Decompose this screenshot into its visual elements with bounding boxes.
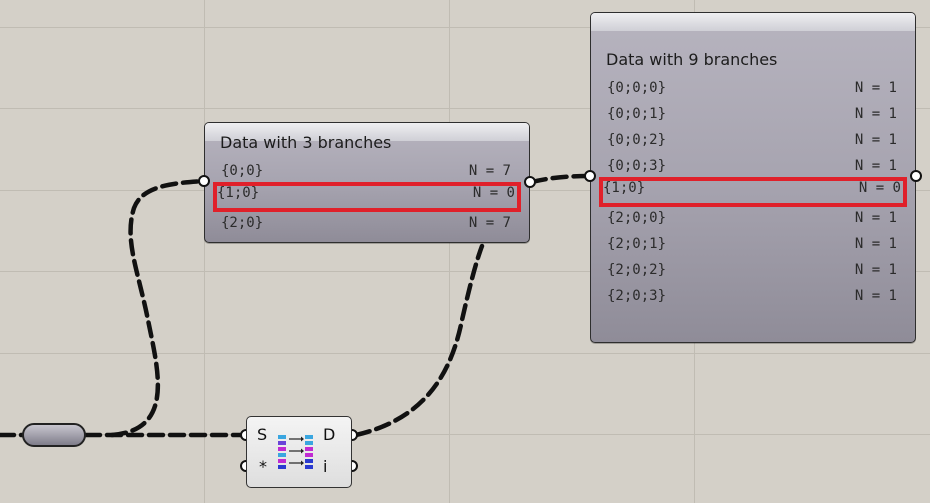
panel-output-grip [524, 176, 536, 188]
tree-branch-icon [278, 435, 313, 469]
input-star-label[interactable]: * [259, 457, 267, 476]
panel-output-grip [910, 170, 922, 182]
panel-input-grip [584, 170, 596, 182]
grips-layer [198, 170, 922, 472]
input-s-label[interactable]: S [257, 425, 267, 444]
tree-branch-component[interactable]: S * D i [246, 416, 352, 488]
output-i-label[interactable]: i [323, 457, 327, 476]
panel-input-grip [198, 175, 210, 187]
output-d-label[interactable]: D [323, 425, 335, 444]
